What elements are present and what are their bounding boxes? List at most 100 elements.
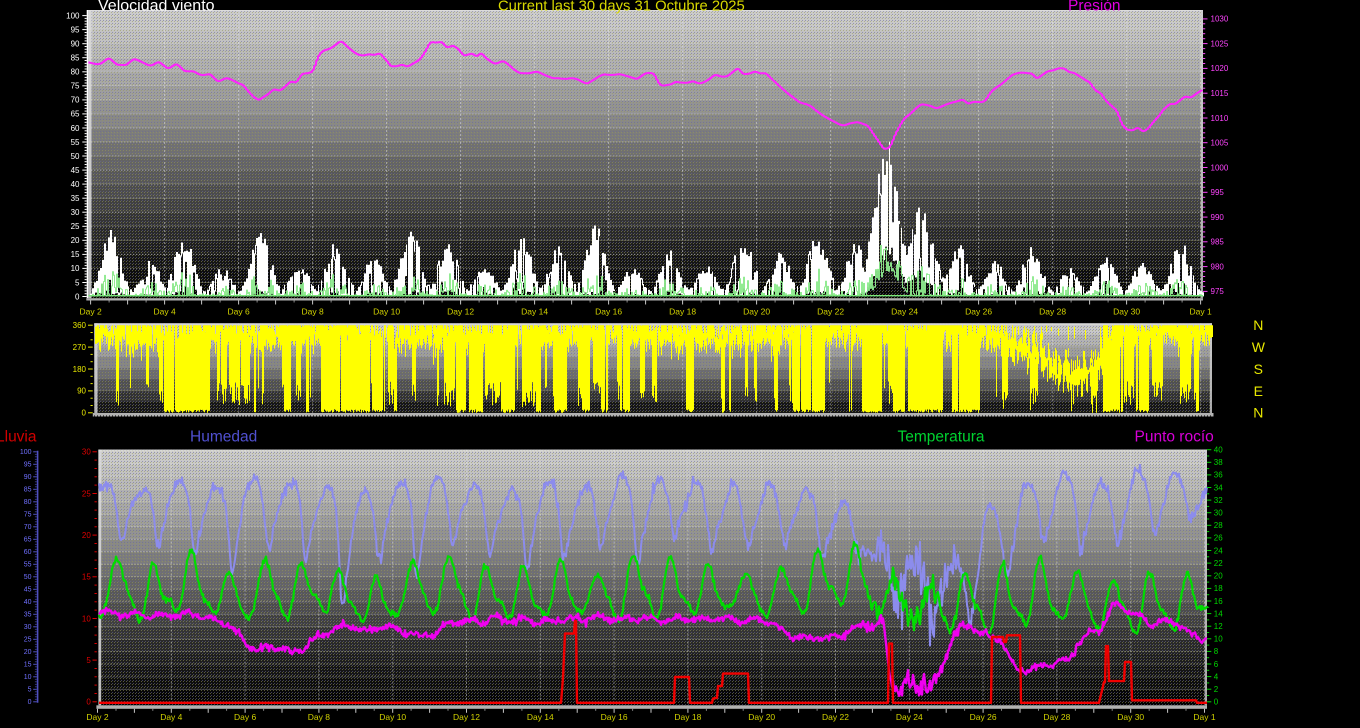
svg-text:10: 10 [24, 674, 32, 681]
svg-text:20: 20 [24, 649, 32, 656]
svg-text:16: 16 [1214, 597, 1223, 606]
svg-text:85: 85 [71, 54, 80, 63]
svg-text:20: 20 [1214, 572, 1223, 581]
svg-text:2: 2 [1214, 685, 1219, 694]
svg-text:15: 15 [24, 662, 32, 669]
svg-text:14: 14 [1214, 609, 1223, 618]
svg-text:65: 65 [71, 110, 80, 119]
svg-text:Day 30: Day 30 [1117, 712, 1144, 722]
svg-text:990: 990 [1211, 213, 1225, 222]
svg-text:Temperatura: Temperatura [898, 428, 985, 445]
svg-text:Day 14: Day 14 [527, 712, 554, 722]
svg-text:975: 975 [1211, 287, 1225, 296]
svg-text:Day 2: Day 2 [86, 712, 108, 722]
svg-text:Day 22: Day 22 [822, 712, 849, 722]
svg-text:W: W [1252, 339, 1266, 355]
svg-text:Day 4: Day 4 [153, 306, 175, 316]
svg-text:10: 10 [1214, 635, 1223, 644]
svg-text:Day 16: Day 16 [595, 306, 622, 316]
svg-text:40: 40 [71, 180, 80, 189]
svg-text:1010: 1010 [1211, 114, 1229, 123]
svg-text:Day 26: Day 26 [970, 712, 997, 722]
svg-text:80: 80 [24, 499, 32, 506]
svg-text:0: 0 [82, 409, 87, 418]
svg-text:Day 24: Day 24 [896, 712, 923, 722]
svg-text:Day 16: Day 16 [601, 712, 628, 722]
svg-text:8: 8 [1214, 647, 1219, 656]
svg-text:1015: 1015 [1211, 89, 1229, 98]
svg-text:995: 995 [1211, 188, 1225, 197]
svg-text:985: 985 [1211, 238, 1225, 247]
svg-text:28: 28 [1214, 521, 1223, 530]
svg-text:N: N [1253, 317, 1263, 333]
svg-text:Day 30: Day 30 [1113, 306, 1140, 316]
svg-text:Day 6: Day 6 [234, 712, 256, 722]
svg-text:40: 40 [1214, 446, 1223, 455]
svg-text:90: 90 [77, 387, 86, 396]
svg-text:Presión: Presión [1068, 0, 1121, 15]
svg-text:Day 28: Day 28 [1039, 306, 1066, 316]
svg-text:95: 95 [71, 25, 80, 34]
svg-text:Day 20: Day 20 [743, 306, 770, 316]
svg-text:Day 6: Day 6 [227, 306, 249, 316]
svg-text:25: 25 [71, 222, 80, 231]
svg-text:15: 15 [71, 250, 80, 259]
svg-text:75: 75 [71, 82, 80, 91]
svg-text:60: 60 [71, 124, 80, 133]
svg-text:50: 50 [24, 574, 32, 581]
svg-text:65: 65 [24, 537, 32, 544]
svg-text:Day 22: Day 22 [817, 306, 844, 316]
svg-text:Day 1: Day 1 [1193, 712, 1215, 722]
svg-text:50: 50 [71, 152, 80, 161]
svg-text:E: E [1254, 383, 1263, 399]
svg-text:40: 40 [24, 599, 32, 606]
svg-text:55: 55 [24, 562, 32, 569]
svg-text:Day 2: Day 2 [79, 306, 101, 316]
svg-text:70: 70 [24, 524, 32, 531]
svg-text:N: N [1253, 405, 1263, 421]
svg-text:1005: 1005 [1211, 139, 1229, 148]
svg-text:32: 32 [1214, 496, 1223, 505]
svg-text:75: 75 [24, 512, 32, 519]
svg-text:Day 18: Day 18 [674, 712, 701, 722]
svg-text:1030: 1030 [1211, 15, 1229, 24]
svg-text:0: 0 [75, 292, 80, 301]
svg-text:30: 30 [82, 448, 91, 457]
svg-text:Day 14: Day 14 [521, 306, 548, 316]
svg-text:10: 10 [82, 614, 91, 623]
svg-text:Day 20: Day 20 [748, 712, 775, 722]
svg-text:100: 100 [20, 449, 32, 456]
svg-text:25: 25 [82, 489, 91, 498]
svg-text:S: S [1254, 361, 1263, 377]
svg-text:18: 18 [1214, 584, 1223, 593]
svg-text:Day 8: Day 8 [308, 712, 330, 722]
svg-text:100: 100 [66, 11, 80, 20]
svg-text:60: 60 [24, 549, 32, 556]
svg-text:70: 70 [71, 96, 80, 105]
svg-text:Day 28: Day 28 [1043, 712, 1070, 722]
svg-text:90: 90 [24, 474, 32, 481]
svg-text:4: 4 [1214, 672, 1219, 681]
svg-text:360: 360 [73, 321, 87, 330]
svg-text:30: 30 [1214, 509, 1223, 518]
svg-text:30: 30 [24, 624, 32, 631]
svg-text:38: 38 [1214, 458, 1223, 467]
svg-text:15: 15 [82, 573, 91, 582]
svg-text:55: 55 [71, 138, 80, 147]
svg-text:35: 35 [71, 194, 80, 203]
svg-text:0: 0 [1214, 698, 1219, 707]
svg-text:5: 5 [86, 656, 91, 665]
svg-text:85: 85 [24, 487, 32, 494]
svg-text:36: 36 [1214, 471, 1223, 480]
svg-text:80: 80 [71, 68, 80, 77]
svg-text:Current last 30 days 31 Octubr: Current last 30 days 31 Octubre 2025 [498, 0, 745, 15]
svg-text:Velocidad viento: Velocidad viento [98, 0, 215, 15]
svg-text:Day 12: Day 12 [447, 306, 474, 316]
svg-text:Day 1: Day 1 [1189, 306, 1211, 316]
svg-text:45: 45 [24, 587, 32, 594]
svg-text:Day 10: Day 10 [373, 306, 400, 316]
svg-text:0: 0 [86, 698, 91, 707]
svg-text:12: 12 [1214, 622, 1223, 631]
svg-text:Day 8: Day 8 [301, 306, 323, 316]
svg-text:Humedad: Humedad [190, 428, 257, 445]
